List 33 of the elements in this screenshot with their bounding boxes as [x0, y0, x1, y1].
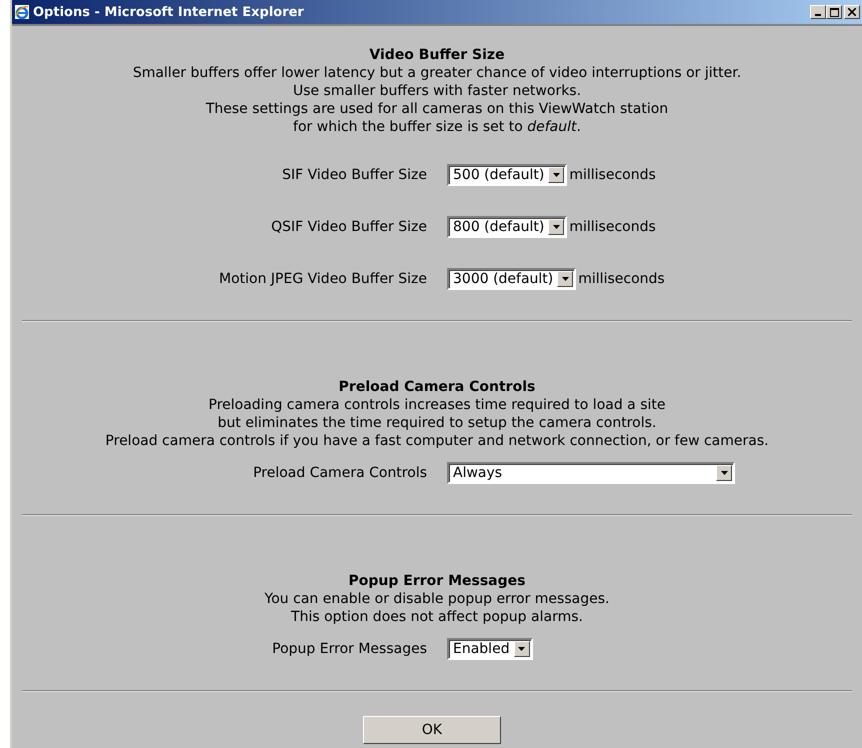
description-text: for which the buffer size is set to default. [292, 118, 582, 136]
dropdown[interactable]: Enabled [447, 638, 533, 660]
ok-button[interactable]: OK [363, 716, 501, 744]
description-text: Use smaller buffers with faster networks. [292, 82, 582, 100]
unit-label: milliseconds [578, 271, 665, 287]
close-button[interactable] [844, 5, 860, 19]
dropdown[interactable]: Always [447, 462, 735, 484]
description-text: but eliminates the time required to setup the camera controls. [216, 414, 658, 432]
dropdown[interactable]: 500 (default) [447, 164, 568, 186]
dropdown[interactable]: 3000 (default) [447, 268, 576, 290]
description-text: Preloading camera controls increases time required to load a site [208, 396, 666, 414]
maximize-icon [830, 8, 838, 16]
browser-icon [14, 4, 30, 20]
field-label: SIF Video Buffer Size [281, 167, 427, 183]
description-text: These settings are used for all cameras on this ViewWatch station [204, 100, 670, 118]
description-text: Preload camera controls if you have a fast computer and network connection, or few cameras. [104, 432, 770, 450]
description-text: You can enable or disable popup error messages. [264, 590, 610, 608]
field-label: QSIF Video Buffer Size [270, 219, 427, 235]
maximize-button[interactable] [826, 5, 842, 19]
dropdown[interactable]: 800 (default) [447, 216, 568, 238]
close-icon [848, 8, 856, 16]
field-label: Motion JPEG Video Buffer Size [218, 271, 427, 287]
minimize-button[interactable] [810, 5, 826, 19]
section-heading: Popup Error Messages [348, 572, 526, 590]
unit-label: milliseconds [569, 219, 656, 235]
window-title: Options - Microsoft Internet Explorer [33, 4, 305, 20]
section-heading: Video Buffer Size [368, 46, 506, 64]
unit-label: milliseconds [569, 167, 656, 183]
section-heading: Preload Camera Controls [338, 378, 536, 396]
description-text: This option does not affect popup alarms. [290, 608, 584, 626]
field-label: Preload Camera Controls [252, 465, 427, 481]
field-label: Popup Error Messages [271, 641, 427, 657]
description-text: Smaller buffers offer lower latency but a greater chance of video interruptions or jitter. [132, 64, 742, 82]
